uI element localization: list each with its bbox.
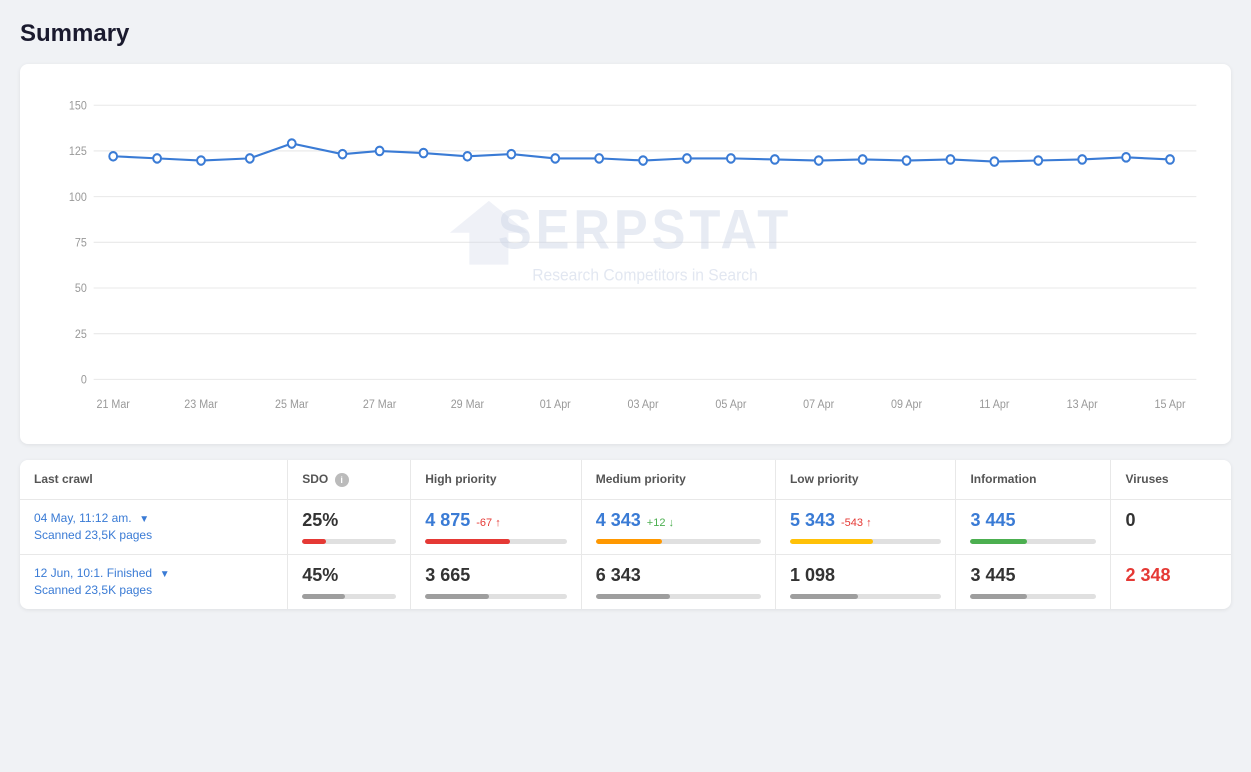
svg-text:01 Apr: 01 Apr bbox=[540, 399, 571, 411]
medium-priority-cell-2: 6 343 bbox=[581, 554, 775, 609]
page-title: Summary bbox=[20, 20, 1231, 48]
sdo-bar-2 bbox=[302, 594, 396, 599]
table-row: 12 Jun, 10:1. Finished ▼ Scanned 23,5K p… bbox=[20, 554, 1231, 609]
high-bar-fill-1 bbox=[425, 539, 510, 544]
sdo-cell-1: 25% bbox=[288, 499, 411, 554]
col-header-viruses: Viruses bbox=[1111, 460, 1231, 499]
svg-text:15 Apr: 15 Apr bbox=[1155, 399, 1186, 411]
col-header-medium-priority: Medium priority bbox=[581, 460, 775, 499]
crawl-link-1[interactable]: 04 May, 11:12 am. bbox=[34, 511, 132, 525]
high-bar-fill-2 bbox=[425, 594, 489, 599]
high-priority-delta-1: -67 bbox=[476, 517, 500, 529]
medium-priority-value-1: 4 343 bbox=[596, 510, 641, 531]
sdo-value-2: 45% bbox=[302, 565, 396, 586]
col-header-low-priority: Low priority bbox=[775, 460, 956, 499]
information-cell-1: 3 445 bbox=[956, 499, 1111, 554]
line-chart: 150 125 100 75 50 25 0 SERPSTAT Research… bbox=[40, 84, 1211, 424]
crawl-cell-1: 04 May, 11:12 am. ▼ Scanned 23,5K pages bbox=[20, 499, 288, 554]
svg-text:29 Mar: 29 Mar bbox=[451, 399, 485, 411]
svg-text:100: 100 bbox=[69, 192, 87, 204]
svg-text:SERPSTAT: SERPSTAT bbox=[498, 200, 792, 261]
col-header-high-priority: High priority bbox=[411, 460, 582, 499]
medium-bar-1 bbox=[596, 539, 761, 544]
table-row: 04 May, 11:12 am. ▼ Scanned 23,5K pages … bbox=[20, 499, 1231, 554]
crawl-dropdown-1[interactable]: ▼ bbox=[139, 514, 149, 525]
col-header-sdo: SDO i bbox=[288, 460, 411, 499]
sdo-bar-fill-2 bbox=[302, 594, 344, 599]
medium-bar-fill-2 bbox=[596, 594, 670, 599]
svg-text:05 Apr: 05 Apr bbox=[715, 399, 746, 411]
chart-svg: 150 125 100 75 50 25 0 SERPSTAT Research… bbox=[40, 84, 1211, 424]
svg-text:25 Mar: 25 Mar bbox=[275, 399, 309, 411]
col-header-last-crawl: Last crawl bbox=[20, 460, 288, 499]
svg-text:125: 125 bbox=[69, 146, 87, 158]
sdo-cell-2: 45% bbox=[288, 554, 411, 609]
svg-text:0: 0 bbox=[81, 374, 87, 386]
info-bar-2 bbox=[970, 594, 1096, 599]
low-bar-fill-2 bbox=[790, 594, 858, 599]
information-value-2: 3 445 bbox=[970, 565, 1096, 586]
svg-text:75: 75 bbox=[75, 237, 87, 249]
high-priority-value-2: 3 665 bbox=[425, 565, 567, 586]
crawl-pages-2: Scanned 23,5K pages bbox=[34, 583, 152, 597]
medium-priority-cell-1: 4 343 +12 bbox=[581, 499, 775, 554]
high-priority-cell-2: 3 665 bbox=[411, 554, 582, 609]
svg-text:07 Apr: 07 Apr bbox=[803, 399, 834, 411]
summary-table: Last crawl SDO i High priority Medium pr… bbox=[20, 460, 1231, 609]
low-priority-value-1: 5 343 bbox=[790, 510, 835, 531]
information-value-1: 3 445 bbox=[970, 510, 1096, 531]
medium-priority-delta-1: +12 bbox=[647, 517, 674, 529]
crawl-pages-1: Scanned 23,5K pages bbox=[34, 528, 152, 542]
svg-text:Research Competitors in Search: Research Competitors in Search bbox=[532, 266, 758, 285]
info-bar-fill-1 bbox=[970, 539, 1027, 544]
low-priority-cell-2: 1 098 bbox=[775, 554, 956, 609]
medium-bar-2 bbox=[596, 594, 761, 599]
sdo-bar-1 bbox=[302, 539, 396, 544]
viruses-value-1: 0 bbox=[1125, 510, 1217, 531]
low-bar-2 bbox=[790, 594, 942, 599]
svg-text:25: 25 bbox=[75, 329, 87, 341]
medium-priority-value-2: 6 343 bbox=[596, 565, 761, 586]
svg-text:27 Mar: 27 Mar bbox=[363, 399, 397, 411]
summary-table-card: Last crawl SDO i High priority Medium pr… bbox=[20, 460, 1231, 609]
col-header-information: Information bbox=[956, 460, 1111, 499]
svg-text:09 Apr: 09 Apr bbox=[891, 399, 922, 411]
svg-text:13 Apr: 13 Apr bbox=[1067, 399, 1098, 411]
low-priority-delta-1: -543 bbox=[841, 517, 872, 529]
viruses-cell-1: 0 bbox=[1111, 499, 1231, 554]
low-priority-value-2: 1 098 bbox=[790, 565, 942, 586]
information-cell-2: 3 445 bbox=[956, 554, 1111, 609]
crawl-link-2[interactable]: 12 Jun, 10:1. Finished bbox=[34, 566, 152, 580]
medium-bar-fill-1 bbox=[596, 539, 662, 544]
svg-text:23 Mar: 23 Mar bbox=[184, 399, 218, 411]
svg-text:21 Mar: 21 Mar bbox=[96, 399, 130, 411]
low-bar-fill-1 bbox=[790, 539, 873, 544]
crawl-cell-2: 12 Jun, 10:1. Finished ▼ Scanned 23,5K p… bbox=[20, 554, 288, 609]
low-bar-1 bbox=[790, 539, 942, 544]
high-bar-2 bbox=[425, 594, 567, 599]
svg-text:50: 50 bbox=[75, 283, 87, 295]
high-priority-value-1: 4 875 bbox=[425, 510, 470, 531]
low-priority-cell-1: 5 343 -543 bbox=[775, 499, 956, 554]
viruses-cell-2: 2 348 bbox=[1111, 554, 1231, 609]
high-priority-cell-1: 4 875 -67 bbox=[411, 499, 582, 554]
high-bar-1 bbox=[425, 539, 567, 544]
sdo-value-1: 25% bbox=[302, 510, 396, 531]
info-bar-fill-2 bbox=[970, 594, 1027, 599]
viruses-value-2: 2 348 bbox=[1125, 565, 1217, 586]
svg-text:03 Apr: 03 Apr bbox=[628, 399, 659, 411]
svg-text:150: 150 bbox=[69, 100, 87, 112]
crawl-dropdown-2[interactable]: ▼ bbox=[160, 569, 170, 580]
sdo-info-icon[interactable]: i bbox=[335, 473, 349, 487]
sdo-bar-fill-1 bbox=[302, 539, 325, 544]
chart-card: 150 125 100 75 50 25 0 SERPSTAT Research… bbox=[20, 64, 1231, 444]
svg-text:11 Apr: 11 Apr bbox=[979, 399, 1009, 411]
info-bar-1 bbox=[970, 539, 1096, 544]
